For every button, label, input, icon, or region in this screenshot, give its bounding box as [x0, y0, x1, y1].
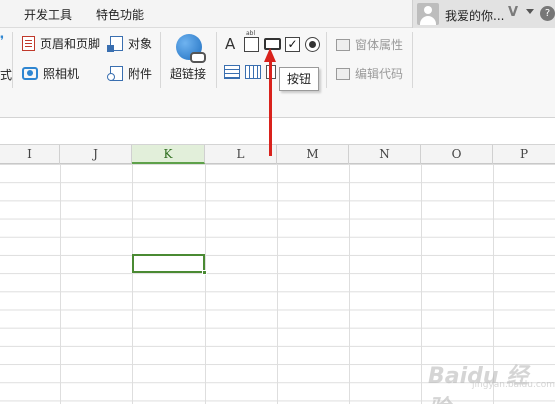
grid-line	[205, 164, 206, 404]
caret-down-icon[interactable]	[526, 9, 534, 14]
selected-cell[interactable]	[132, 254, 205, 273]
formula-bar[interactable]	[0, 118, 555, 145]
listbox-control-icon[interactable]	[224, 65, 240, 79]
attachment-icon	[107, 66, 123, 81]
edit-code-button[interactable]: 编辑代码	[336, 65, 403, 82]
ribbon-separator	[326, 32, 327, 88]
checkbox-control-icon[interactable]: ✓	[285, 37, 300, 52]
edit-code-icon	[336, 67, 350, 80]
edit-code-label: 编辑代码	[355, 67, 404, 81]
column-header-n[interactable]: N	[349, 145, 421, 164]
ribbon-separator	[412, 32, 413, 88]
clipped-ribbon-icon[interactable]: ❜	[0, 34, 4, 49]
vip-v-icon[interactable]: V	[508, 5, 518, 20]
window-properties-icon	[336, 38, 350, 51]
page-icon	[22, 36, 35, 51]
object-label: 对象	[128, 37, 153, 51]
grid-line	[132, 164, 133, 404]
user-area[interactable]: 我爱的你... V ?	[412, 0, 555, 28]
camera-button[interactable]: 照相机	[22, 65, 79, 82]
attachment-button[interactable]: 附件	[107, 65, 153, 82]
grid-line	[277, 164, 278, 404]
attachment-label: 附件	[128, 67, 153, 81]
column-header-j[interactable]: J	[60, 145, 132, 164]
annotation-arrow-shaft	[269, 60, 272, 156]
button-tooltip: 按钮	[279, 67, 319, 91]
watermark-subtext: jingyan.baidu.com	[472, 380, 555, 390]
hyperlink-label[interactable]: 超链接	[170, 65, 206, 82]
menu-bar: 开发工具 特色功能 我爱的你... V ?	[0, 0, 555, 28]
ribbon-toolbar: ❜ 式 页眉和页脚 对象 照相机 附件 超链接 A ✓ 窗体属性 编辑代码	[0, 28, 555, 118]
window-properties-button[interactable]: 窗体属性	[336, 36, 403, 53]
clipped-ribbon-label[interactable]: 式	[0, 66, 12, 83]
camera-label: 照相机	[43, 67, 80, 81]
menu-developer-tools[interactable]: 开发工具	[24, 6, 72, 23]
column-header-l[interactable]: L	[205, 145, 277, 164]
grid-line	[60, 164, 61, 404]
grid-line	[349, 164, 350, 404]
column-header-row: I J K L M N O P	[0, 145, 555, 164]
help-icon[interactable]: ?	[540, 6, 555, 21]
ribbon-separator	[160, 32, 161, 88]
object-icon	[107, 36, 123, 52]
label-control-icon[interactable]: A	[225, 35, 235, 53]
radio-control-icon[interactable]	[305, 37, 320, 52]
window-properties-label: 窗体属性	[355, 38, 404, 52]
globe-link-icon	[176, 34, 206, 63]
column-header-p[interactable]: P	[493, 145, 555, 164]
column-header-m[interactable]: M	[277, 145, 349, 164]
menu-special-features[interactable]: 特色功能	[96, 6, 144, 23]
baidu-watermark: Baidu 经验 jingyan.baidu.com	[420, 352, 555, 404]
header-footer-label: 页眉和页脚	[40, 37, 101, 51]
annotation-arrow-head	[264, 48, 276, 62]
ribbon-separator	[12, 32, 13, 88]
hyperlink-button[interactable]	[176, 34, 206, 63]
user-name[interactable]: 我爱的你...	[445, 7, 504, 24]
ribbon-separator	[216, 32, 217, 88]
object-button[interactable]: 对象	[107, 35, 153, 52]
camera-icon	[22, 67, 38, 80]
column-header-i[interactable]: I	[0, 145, 60, 164]
avatar[interactable]	[417, 3, 439, 25]
combobox-control-icon[interactable]	[245, 65, 261, 79]
header-footer-button[interactable]: 页眉和页脚	[22, 35, 100, 52]
column-header-o[interactable]: O	[421, 145, 493, 164]
textbox-control-icon[interactable]	[244, 30, 259, 52]
column-header-k[interactable]: K	[132, 145, 205, 164]
fill-handle[interactable]	[202, 270, 207, 275]
